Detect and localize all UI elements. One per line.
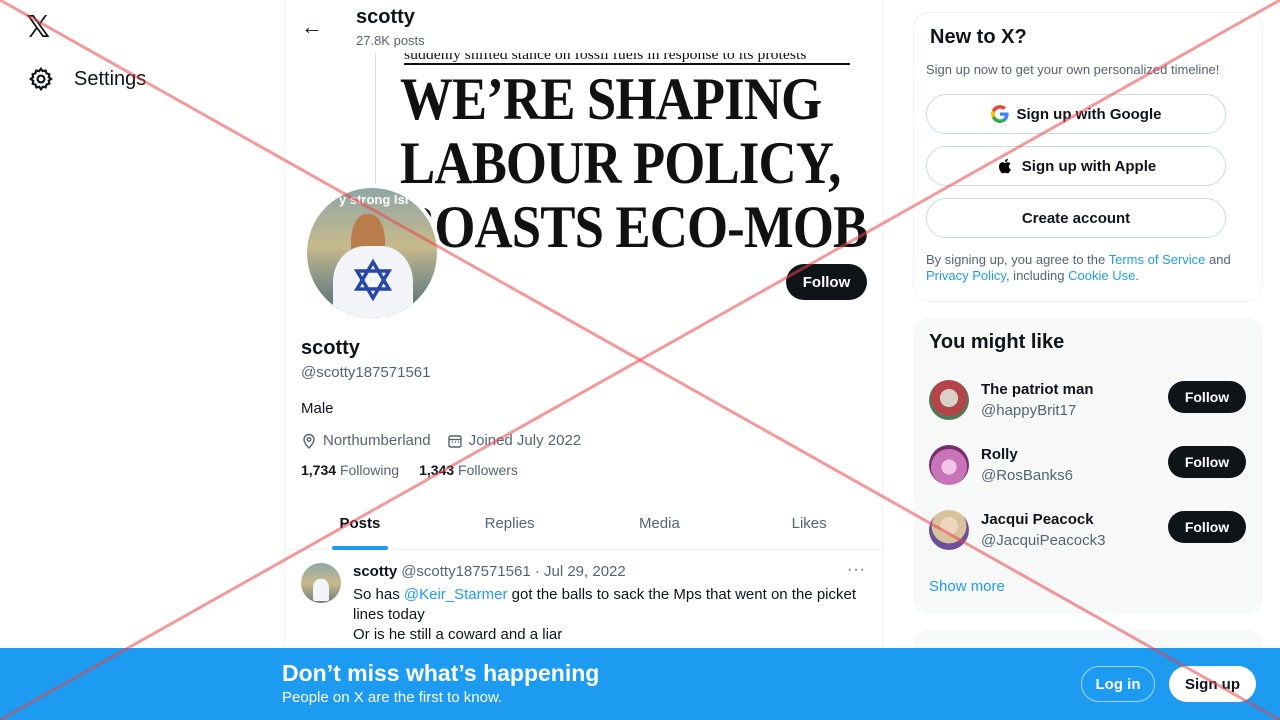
terms-link[interactable]: Terms of Service [1109, 252, 1206, 267]
post-handle-date: @scotty187571561 · Jul 29, 2022 [401, 563, 626, 580]
suggested-user[interactable]: The patriot man @happyBrit17 Follow [929, 380, 1247, 440]
banner-headline-line1: WE’RE SHAPING [400, 66, 822, 132]
signup-title: New to X? [930, 26, 1027, 48]
profile-column: ← scotty 27.8K posts suddenly shifted st… [284, 0, 883, 720]
more-options-icon[interactable]: ··· [847, 561, 866, 579]
signup-apple-button[interactable]: Sign up with Apple [926, 146, 1226, 186]
profile-avatar[interactable]: y strong Isr [303, 184, 441, 322]
profile-joined-text: Joined July 2022 [468, 432, 582, 449]
banner-image: suddenly shifted stance on fossil fuels … [375, 53, 868, 253]
header-title: scotty [356, 6, 415, 28]
create-account-button[interactable]: Create account [926, 198, 1226, 238]
signup-google-label: Sign up with Google [1016, 105, 1162, 123]
calendar-icon [447, 434, 462, 448]
signup-subtitle: Sign up now to get your own personalized… [926, 62, 1220, 77]
profile-name: scotty [301, 337, 360, 359]
google-icon [990, 105, 1009, 123]
apple-icon [998, 158, 1011, 174]
post-avatar-figure [313, 579, 329, 601]
banner-headline: WE’RE SHAPING LABOUR POLICY, BOASTS ECO-… [400, 66, 868, 253]
nav-settings-label: Settings [74, 67, 147, 90]
signup-legal-text: By signing up, you agree to the Terms of… [926, 252, 1246, 284]
login-button[interactable]: Log in [1081, 666, 1155, 702]
profile-location-text: Northumberland [323, 432, 431, 449]
follow-button[interactable]: Follow [786, 264, 867, 300]
suggested-follow-button[interactable]: Follow [1168, 381, 1246, 413]
signup-apple-label: Sign up with Apple [1021, 157, 1157, 175]
login-prompt-subtitle: People on X are the first to know. [282, 689, 503, 706]
post-mention-link[interactable]: @Keir_Starmer [404, 586, 508, 603]
profile-counts: 1,734 Following 1,343 Followers [301, 462, 518, 478]
profile-header-bar: ← scotty 27.8K posts [285, 0, 882, 53]
privacy-link[interactable]: Privacy Policy [926, 268, 1006, 283]
followers-label: Followers [458, 462, 518, 478]
following-link[interactable]: 1,734 Following [301, 462, 399, 478]
header-post-count: 27.8K posts [356, 33, 425, 48]
post-avatar[interactable] [301, 563, 341, 603]
cookie-link[interactable]: Cookie Use [1068, 268, 1135, 283]
post-header: scotty @scotty187571561 · Jul 29, 2022 [353, 563, 626, 580]
post-author-name[interactable]: scotty [353, 563, 397, 580]
profile-location: Northumberland [301, 432, 431, 449]
suggested-follow-button[interactable]: Follow [1168, 511, 1246, 543]
following-label: Following [339, 462, 400, 478]
legal-text-3: , including [1005, 268, 1069, 283]
avatar-overlay-text: y strong Isr [339, 192, 410, 207]
signup-card: New to X? Sign up now to get your own pe… [913, 12, 1263, 302]
signup-button[interactable]: Sign up [1169, 666, 1256, 702]
post-text-before: So has [353, 586, 404, 603]
profile-handle: @scotty187571561 [301, 364, 431, 381]
show-more-link[interactable]: Show more [929, 578, 1005, 595]
profile-tabs: Posts Replies Media Likes [285, 500, 882, 550]
profile-joined: Joined July 2022 [447, 432, 582, 449]
star-of-david-icon [353, 258, 393, 302]
banner-headline-line2: LABOUR POLICY, [400, 130, 841, 196]
followers-link[interactable]: 1,343 Followers [419, 462, 518, 478]
who-to-follow-card: You might like The patriot man @happyBri… [913, 318, 1263, 614]
left-nav: 𝕏 Settings [0, 0, 284, 720]
suggested-user-name: Rolly [981, 446, 1018, 463]
suggested-user[interactable]: Jacqui Peacock @JacquiPeacock3 Follow [929, 510, 1247, 570]
profile-meta: Northumberland Joined July 2022 [301, 432, 581, 449]
location-pin-icon [303, 433, 315, 449]
legal-text-1: By signing up, you agree to the [926, 252, 1109, 267]
legal-text-4: . [1135, 268, 1139, 283]
following-count: 1,734 [301, 462, 337, 478]
suggested-user-handle: @JacquiPeacock3 [981, 532, 1106, 549]
post-text: So has @Keir_Starmer got the balls to sa… [353, 585, 869, 645]
banner-rule [404, 63, 850, 65]
banner-headline-line3: BOASTS ECO-MOB [400, 194, 868, 253]
suggested-user-avatar[interactable] [929, 510, 969, 550]
legal-text-2: and [1205, 252, 1231, 267]
who-to-follow-title: You might like [929, 331, 1065, 353]
suggested-follow-button[interactable]: Follow [1168, 446, 1246, 478]
suggested-user-avatar[interactable] [929, 380, 969, 420]
tab-media[interactable]: Media [585, 500, 735, 549]
suggested-user-handle: @happyBrit17 [981, 402, 1077, 419]
tab-likes[interactable]: Likes [734, 500, 882, 549]
tab-replies[interactable]: Replies [435, 500, 585, 549]
suggested-user-handle: @RosBanks6 [981, 467, 1073, 484]
suggested-user-name: Jacqui Peacock [981, 511, 1094, 528]
suggested-user-name: The patriot man [981, 381, 1094, 398]
gear-icon [28, 66, 54, 92]
signup-google-button[interactable]: Sign up with Google [926, 94, 1226, 134]
followers-count: 1,343 [419, 462, 455, 478]
nav-item-settings[interactable]: Settings [28, 66, 146, 92]
suggested-user-avatar[interactable] [929, 445, 969, 485]
post-text-line2: Or is he still a coward and a liar [353, 626, 563, 643]
x-logo-icon[interactable]: 𝕏 [26, 12, 58, 44]
login-prompt-title: Don’t miss what’s happening [282, 660, 600, 686]
suggested-user[interactable]: Rolly @RosBanks6 Follow [929, 445, 1247, 505]
login-prompt-bar: Don’t miss what’s happening People on X … [0, 648, 1280, 720]
tab-posts[interactable]: Posts [285, 500, 435, 549]
profile-bio: Male [301, 400, 334, 417]
back-arrow-icon[interactable]: ← [299, 14, 325, 40]
